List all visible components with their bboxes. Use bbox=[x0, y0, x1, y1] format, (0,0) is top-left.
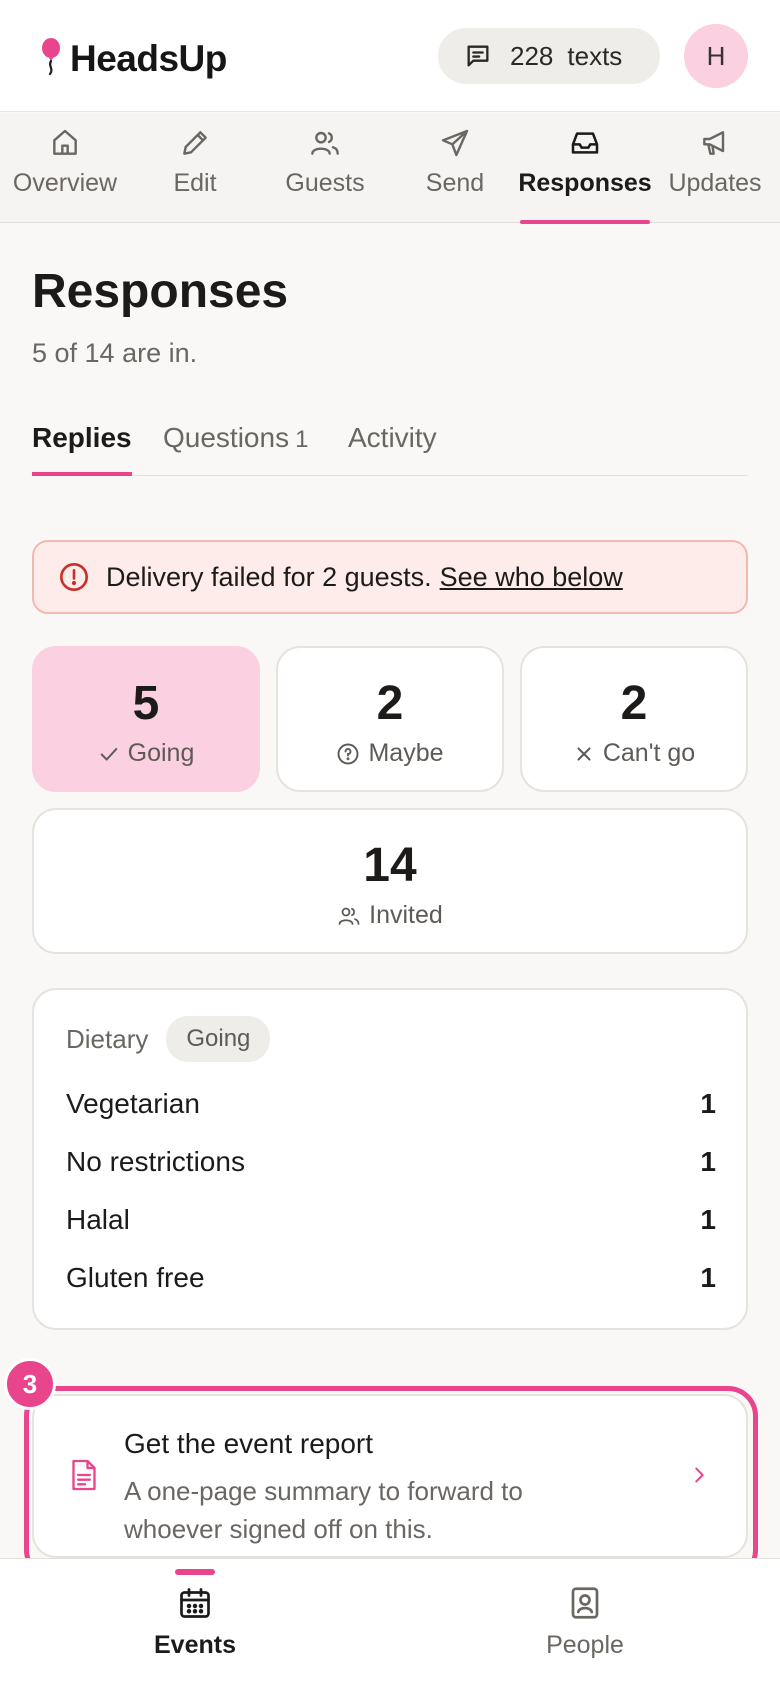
invited-label-row: Invited bbox=[337, 901, 443, 930]
subtab-replies[interactable]: Replies bbox=[32, 422, 132, 476]
texts-label: texts bbox=[567, 40, 623, 71]
dietary-header: Dietary Going bbox=[66, 1016, 271, 1062]
message-icon bbox=[467, 45, 489, 67]
dietary-row: No restrictions 1 bbox=[66, 1146, 716, 1178]
dietary-option: Halal bbox=[66, 1204, 130, 1235]
dietary-summary-card: Dietary Going Vegetarian 1 No restrictio… bbox=[32, 988, 748, 1330]
cant-go-count: 2 bbox=[620, 677, 648, 730]
active-tab-indicator bbox=[520, 220, 650, 224]
highlight-outline bbox=[24, 1386, 758, 1580]
send-icon bbox=[441, 129, 469, 157]
responses-subtabs: Replies Questions 1 Activity bbox=[32, 418, 748, 476]
balloon-icon bbox=[42, 38, 60, 76]
going-label-row: Going bbox=[98, 739, 195, 768]
users-icon bbox=[311, 131, 339, 155]
x-icon bbox=[577, 746, 591, 761]
dietary-option: No restrictions bbox=[66, 1146, 245, 1177]
bottom-tab-label: Events bbox=[154, 1631, 236, 1659]
subtab-label: Questions bbox=[163, 422, 290, 453]
tab-label: Overview bbox=[12, 169, 118, 197]
active-bottom-tab-indicator bbox=[175, 1569, 215, 1575]
inbox-icon bbox=[571, 132, 599, 154]
dietary-count: 1 bbox=[700, 1262, 716, 1293]
going-label: Going bbox=[127, 739, 195, 767]
dietary-row: Vegetarian 1 bbox=[66, 1088, 716, 1120]
tab-guests[interactable]: Guests bbox=[260, 113, 390, 223]
active-subtab-indicator bbox=[32, 472, 132, 476]
subtab-label: Replies bbox=[32, 422, 132, 453]
subtab-activity[interactable]: Activity bbox=[348, 422, 437, 476]
alert-circle-icon bbox=[60, 563, 88, 591]
dietary-count: 1 bbox=[700, 1146, 716, 1177]
dietary-option: Gluten free bbox=[66, 1262, 205, 1293]
dietary-row: Gluten free 1 bbox=[66, 1262, 716, 1294]
questions-count-badge: 1 bbox=[295, 426, 309, 453]
tab-responses[interactable]: Responses bbox=[518, 113, 652, 224]
step-number-badge: 3 bbox=[4, 1358, 56, 1410]
see-who-link[interactable]: See who below bbox=[440, 562, 623, 593]
subtab-questions[interactable]: Questions 1 bbox=[163, 422, 308, 476]
maybe-label-row: Maybe bbox=[336, 739, 444, 768]
cant-go-label-row: Can't go bbox=[573, 739, 695, 768]
app-header: HeadsUp 228 texts H bbox=[0, 0, 780, 112]
dietary-option: Vegetarian bbox=[66, 1088, 200, 1119]
users-icon bbox=[338, 907, 360, 925]
invited-label: Invited bbox=[369, 901, 443, 929]
tab-updates[interactable]: Updates bbox=[650, 113, 780, 223]
user-avatar[interactable]: H bbox=[684, 24, 748, 88]
contacts-icon bbox=[571, 1587, 599, 1619]
dietary-title: Dietary bbox=[66, 1023, 149, 1054]
cant-go-label: Can't go bbox=[602, 739, 696, 767]
dietary-row: Halal 1 bbox=[66, 1204, 716, 1236]
tab-label: Responses bbox=[518, 169, 652, 197]
maybe-count: 2 bbox=[376, 677, 404, 730]
event-tab-bar: Overview Edit Guests Send Responses Upda… bbox=[0, 113, 780, 224]
tab-edit[interactable]: Edit bbox=[130, 113, 260, 223]
tab-label: Guests bbox=[285, 169, 365, 197]
dietary-filter-chip[interactable]: Going bbox=[166, 1016, 271, 1062]
dietary-count: 1 bbox=[700, 1088, 716, 1119]
texts-count: 228 bbox=[510, 40, 554, 71]
home-icon bbox=[53, 129, 77, 155]
invited-count: 14 bbox=[363, 839, 417, 892]
stat-cant-go[interactable]: 2 Can't go bbox=[520, 646, 748, 792]
tab-send[interactable]: Send bbox=[390, 113, 520, 223]
tab-label: Edit bbox=[173, 169, 217, 197]
app-logo[interactable]: HeadsUp bbox=[38, 38, 227, 80]
tab-label: Updates bbox=[668, 169, 762, 197]
tab-label: Send bbox=[425, 169, 485, 197]
subtab-label: Activity bbox=[348, 422, 437, 453]
bottom-tab-people[interactable]: People bbox=[485, 1559, 685, 1688]
maybe-label: Maybe bbox=[368, 739, 444, 767]
bottom-navigation: Events People bbox=[0, 1558, 780, 1688]
bottom-tab-events[interactable]: Events bbox=[95, 1559, 295, 1688]
stat-going[interactable]: 5 Going bbox=[32, 646, 260, 792]
response-progress-text: 5 of 14 are in. bbox=[32, 338, 198, 368]
app-name: HeadsUp bbox=[70, 38, 227, 79]
tab-overview[interactable]: Overview bbox=[0, 113, 130, 223]
bottom-tab-label: People bbox=[546, 1631, 624, 1659]
dietary-count: 1 bbox=[700, 1204, 716, 1235]
page-title: Responses bbox=[32, 265, 289, 318]
calendar-icon bbox=[180, 1588, 210, 1618]
check-icon bbox=[100, 747, 117, 761]
alert-message: Delivery failed for 2 guests. bbox=[106, 561, 432, 592]
stat-invited[interactable]: 14 Invited bbox=[32, 808, 748, 954]
question-circle-icon bbox=[338, 743, 359, 764]
delivery-failed-alert: Delivery failed for 2 guests. See who be… bbox=[32, 540, 748, 614]
going-count: 5 bbox=[132, 677, 160, 730]
megaphone-icon bbox=[703, 131, 725, 155]
pencil-icon bbox=[183, 131, 207, 155]
stat-maybe[interactable]: 2 Maybe bbox=[276, 646, 504, 792]
texts-balance-pill[interactable]: 228 texts bbox=[438, 28, 660, 84]
